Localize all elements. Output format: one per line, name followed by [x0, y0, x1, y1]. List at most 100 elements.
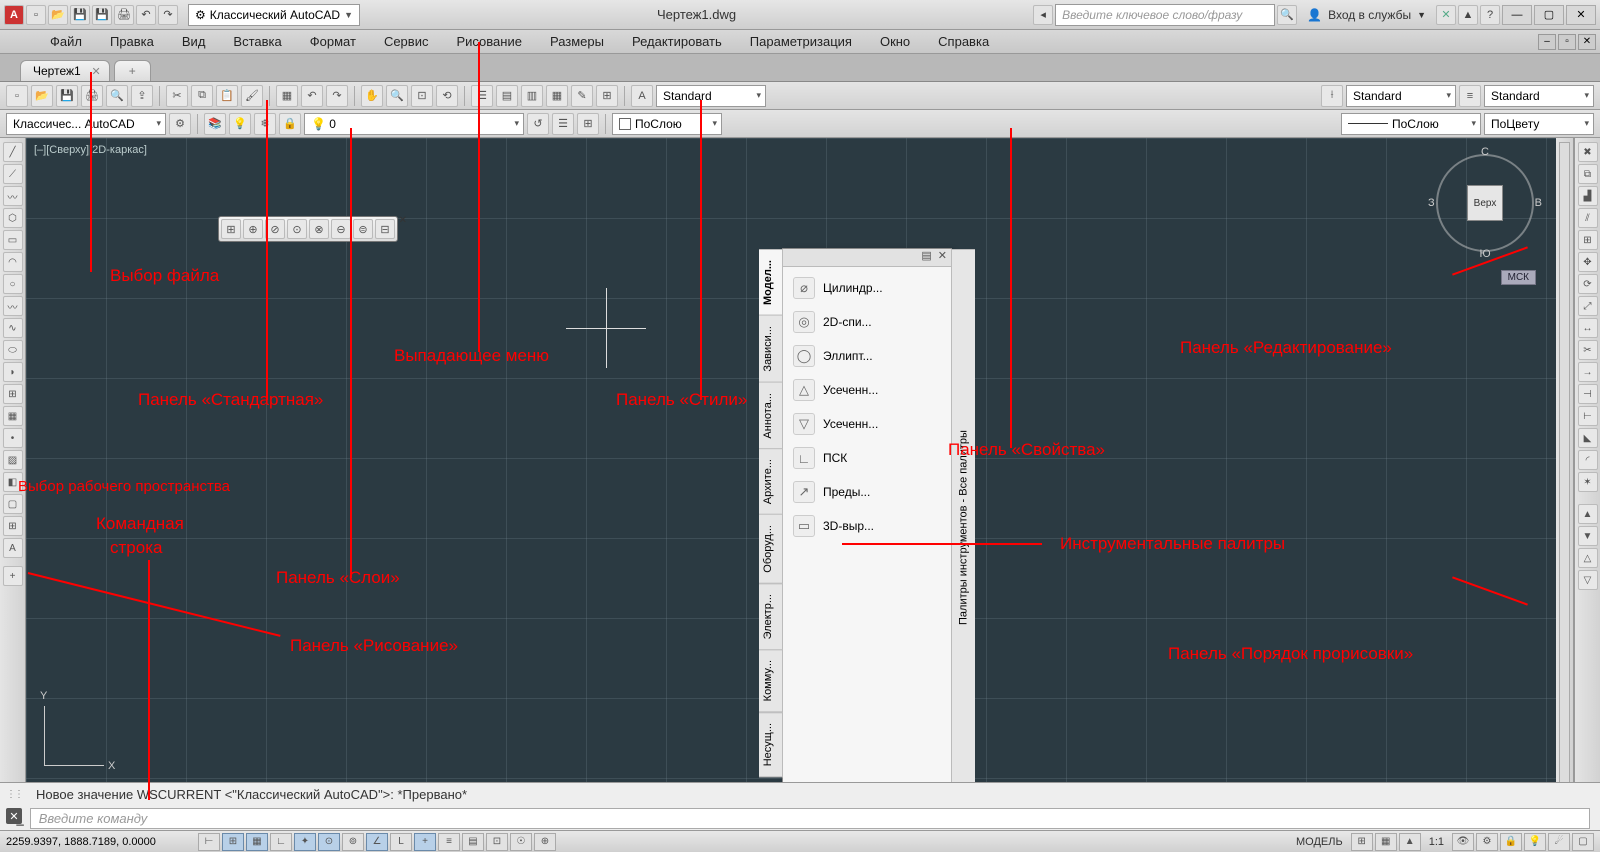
zoomprev-icon[interactable]: ⟲	[436, 85, 458, 107]
move-icon[interactable]: ✥	[1578, 252, 1598, 272]
zoom-icon[interactable]: 🔍	[386, 85, 408, 107]
am-icon[interactable]: ⊕	[534, 833, 556, 851]
mlstyle-icon[interactable]: ≡	[1459, 85, 1481, 107]
chamfer-icon[interactable]: ◣	[1578, 428, 1598, 448]
saveas-icon[interactable]: 💾	[92, 5, 112, 25]
isolate-icon[interactable]: ☄	[1548, 833, 1570, 851]
compass-s[interactable]: Ю	[1479, 248, 1490, 260]
exchange-icon[interactable]: ✕	[1436, 5, 1456, 25]
extend-icon[interactable]: →	[1578, 362, 1598, 382]
insert-icon[interactable]: ⊞	[3, 384, 23, 404]
compass-e[interactable]: В	[1535, 197, 1542, 209]
infer-icon[interactable]: ⊢	[198, 833, 220, 851]
circle-icon[interactable]: ○	[3, 274, 23, 294]
menu-service[interactable]: Сервис	[370, 30, 443, 53]
paste-icon[interactable]: 📋	[216, 85, 238, 107]
osnap-icon[interactable]: ⊙	[318, 833, 340, 851]
otrack-icon[interactable]: ∠	[366, 833, 388, 851]
coords[interactable]: 2259.9397, 1888.7189, 0.0000	[6, 836, 196, 848]
textstyle-dropdown[interactable]: Standard	[656, 85, 766, 107]
menu-insert[interactable]: Вставка	[219, 30, 295, 53]
close-button[interactable]: ✕	[1566, 5, 1596, 25]
copy-icon[interactable]: ⧉	[1578, 164, 1598, 184]
layer-on-icon[interactable]: 💡	[229, 113, 251, 135]
close-icon[interactable]: ✕	[6, 808, 22, 824]
viewcube-top[interactable]: Верх	[1468, 186, 1502, 220]
mdi-close-icon[interactable]: ✕	[1578, 34, 1596, 50]
toolpal-icon[interactable]: ▥	[521, 85, 543, 107]
draworder-above-icon[interactable]: △	[1578, 548, 1598, 568]
snap-icon[interactable]: ⊞	[222, 833, 244, 851]
layout-grid-icon[interactable]: ⊞	[1351, 833, 1373, 851]
join-icon[interactable]: ⊢	[1578, 406, 1598, 426]
spline-icon[interactable]: ∿	[3, 318, 23, 338]
redo-icon[interactable]: ↷	[326, 85, 348, 107]
xline-icon[interactable]: ⟋	[3, 164, 23, 184]
zoomwin-icon[interactable]: ⊡	[411, 85, 433, 107]
line-icon[interactable]: ╱	[3, 142, 23, 162]
vs-xray-icon[interactable]: ⊜	[353, 219, 373, 239]
palette-item[interactable]: ⌀Цилиндр...	[783, 271, 951, 305]
draworder-under-icon[interactable]: ▽	[1578, 570, 1598, 590]
ellipse-icon[interactable]: ⬭	[3, 340, 23, 360]
vs-hidden-icon[interactable]: ⊘	[265, 219, 285, 239]
gradient-icon[interactable]: ◧	[3, 472, 23, 492]
undo-icon[interactable]: ↶	[136, 5, 156, 25]
close-icon[interactable]: ✕	[399, 215, 407, 226]
draworder-front-icon[interactable]: ▲	[1578, 504, 1598, 524]
compass-n[interactable]: С	[1481, 146, 1489, 158]
layer-prev-icon[interactable]: ↺	[527, 113, 549, 135]
palette-close-icon[interactable]: ✕	[938, 249, 947, 266]
mirror-icon[interactable]: ▟	[1578, 186, 1598, 206]
command-line[interactable]: ⋮⋮ ✕ Новое значение WSCURRENT <"Классиче…	[0, 782, 1600, 830]
vs-shaded-icon[interactable]: ⊖	[331, 219, 351, 239]
ptab-annotation[interactable]: Аннота...	[759, 382, 783, 450]
stretch-icon[interactable]: ↔	[1578, 318, 1598, 338]
layer-iso-icon[interactable]: ⊞	[577, 113, 599, 135]
break-icon[interactable]: ⊣	[1578, 384, 1598, 404]
cloud-icon[interactable]: ▲	[1458, 5, 1478, 25]
menu-dimension[interactable]: Размеры	[536, 30, 618, 53]
save-icon[interactable]: 💾	[70, 5, 90, 25]
menu-file[interactable]: Файл	[36, 30, 96, 53]
palette-item[interactable]: ↗Преды...	[783, 475, 951, 509]
markup-icon[interactable]: ✎	[571, 85, 593, 107]
3dosnap-icon[interactable]: ⊚	[342, 833, 364, 851]
palette-item[interactable]: ▭3D-выр...	[783, 509, 951, 543]
menu-help[interactable]: Справка	[924, 30, 1003, 53]
quickview-icon[interactable]: ▦	[1375, 833, 1397, 851]
pan-icon[interactable]: ✋	[361, 85, 383, 107]
pline-icon[interactable]: 〰	[3, 186, 23, 206]
mdi-min-icon[interactable]: –	[1538, 34, 1556, 50]
vs-2dwire-icon[interactable]: ⊞	[221, 219, 241, 239]
tool-palette[interactable]: ▤ ✕ Модел... Зависи... Аннота... Архите.…	[782, 248, 952, 802]
menu-view[interactable]: Вид	[168, 30, 220, 53]
ptab-struct[interactable]: Несущ...	[759, 712, 783, 777]
dyn-icon[interactable]: +	[414, 833, 436, 851]
menu-format[interactable]: Формат	[296, 30, 370, 53]
matchprop-icon[interactable]: 🖌	[241, 85, 263, 107]
doctab-new[interactable]: +	[114, 60, 151, 81]
trim-icon[interactable]: ✂	[1578, 340, 1598, 360]
layer-lock-icon[interactable]: 🔒	[279, 113, 301, 135]
qp-icon[interactable]: ⊡	[486, 833, 508, 851]
new-icon[interactable]: ▫	[26, 5, 46, 25]
menu-edit[interactable]: Правка	[96, 30, 168, 53]
revcloud-icon[interactable]: 〰	[3, 296, 23, 316]
palette-item[interactable]: ▽Усеченн...	[783, 407, 951, 441]
color-dropdown[interactable]: ПоСлою	[612, 113, 722, 135]
polar-icon[interactable]: ✦	[294, 833, 316, 851]
palette-item[interactable]: ◯Эллипт...	[783, 339, 951, 373]
arc-icon[interactable]: ◠	[3, 252, 23, 272]
copy-icon[interactable]: ⧉	[191, 85, 213, 107]
properties-icon[interactable]: ☰	[471, 85, 493, 107]
scale-icon[interactable]: ⤢	[1578, 296, 1598, 316]
layer-dropdown[interactable]: 💡 0	[304, 113, 524, 135]
menu-parametric[interactable]: Параметризация	[736, 30, 866, 53]
vscrollbar[interactable]	[1556, 138, 1574, 802]
region-icon[interactable]: ▢	[3, 494, 23, 514]
viewport[interactable]: [–][Сверху][2D-каркас] ⊞ ⊕ ⊘ ⊙ ⊗ ⊖ ⊜ ⊟ ✕…	[26, 138, 1556, 802]
textstyle-icon[interactable]: A	[631, 85, 653, 107]
mlstyle-dropdown[interactable]: Standard	[1484, 85, 1594, 107]
close-icon[interactable]: ✕	[91, 65, 100, 78]
